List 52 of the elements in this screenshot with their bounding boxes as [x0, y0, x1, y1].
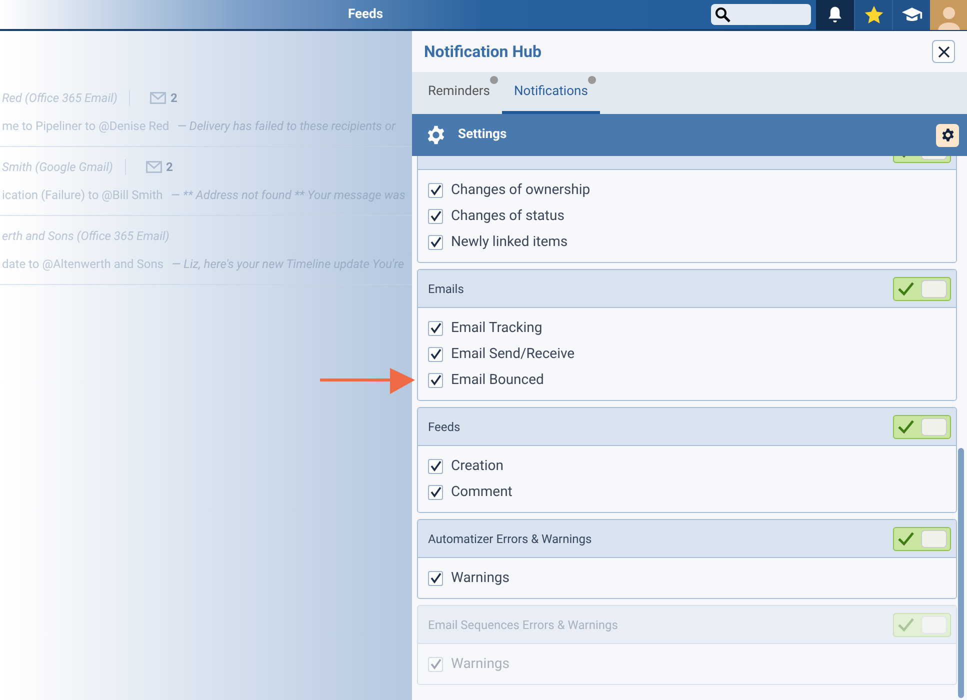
checkbox-label: Changes of ownership [451, 180, 590, 200]
checkbox-label: Email Tracking [451, 318, 542, 338]
toggle-switch[interactable] [893, 526, 951, 550]
checkbox[interactable] [428, 458, 443, 474]
checkbox[interactable] [428, 182, 443, 198]
envelope-icon [146, 161, 162, 173]
checkbox[interactable] [428, 320, 443, 336]
checkbox-label: Email Bounced [451, 370, 544, 390]
panel-title: Notification Hub [424, 40, 542, 62]
close-icon [938, 46, 950, 58]
check-icon [897, 616, 915, 632]
toggle-switch[interactable] [893, 414, 951, 438]
section-title: Email Sequences Errors & Warnings [428, 616, 618, 634]
section-title: Feeds [428, 418, 460, 436]
checkbox-label: Warnings [451, 654, 510, 674]
sender-name: Smith (Google Gmail) [2, 159, 113, 176]
bell-button[interactable] [816, 0, 854, 30]
star-button[interactable] [854, 0, 892, 30]
page-title: Feeds [348, 6, 384, 24]
section-title: Emails [428, 280, 464, 298]
checkbox[interactable] [428, 372, 443, 388]
settings-button[interactable] [936, 124, 959, 146]
toggle-switch[interactable] [893, 276, 951, 300]
check-icon [897, 418, 915, 434]
envelope-icon [150, 92, 166, 104]
checkbox[interactable] [428, 570, 443, 586]
checkbox[interactable] [428, 234, 443, 250]
settings-title: Settings [458, 126, 507, 144]
checkbox-label: Creation [451, 456, 504, 476]
checkbox-label: Newly linked items [451, 232, 568, 252]
search-field[interactable] [711, 4, 811, 25]
tab[interactable]: Reminders [416, 72, 502, 114]
checkbox-label: Comment [451, 482, 512, 502]
checkbox-label: Changes of status [451, 206, 564, 226]
checkbox[interactable] [428, 346, 443, 362]
message-count: 2 [166, 159, 173, 176]
section-title: Automatizer Errors & Warnings [428, 530, 592, 548]
checkbox-label: Warnings [451, 568, 510, 588]
scrollbar-thumb[interactable] [958, 448, 964, 698]
check-icon [897, 530, 915, 546]
checkbox-label: Email Send/Receive [451, 344, 575, 364]
search-icon [715, 6, 731, 22]
star-icon [862, 4, 884, 26]
sender-name: Red (Office 365 Email) [2, 90, 118, 107]
close-button[interactable] [932, 40, 955, 63]
settings-icon [426, 125, 446, 145]
settings-icon [940, 128, 954, 142]
check-icon [897, 280, 915, 296]
checkbox[interactable] [428, 208, 443, 224]
message-count: 2 [170, 90, 178, 107]
checkbox[interactable] [428, 484, 443, 500]
cap-button[interactable] [892, 0, 930, 30]
